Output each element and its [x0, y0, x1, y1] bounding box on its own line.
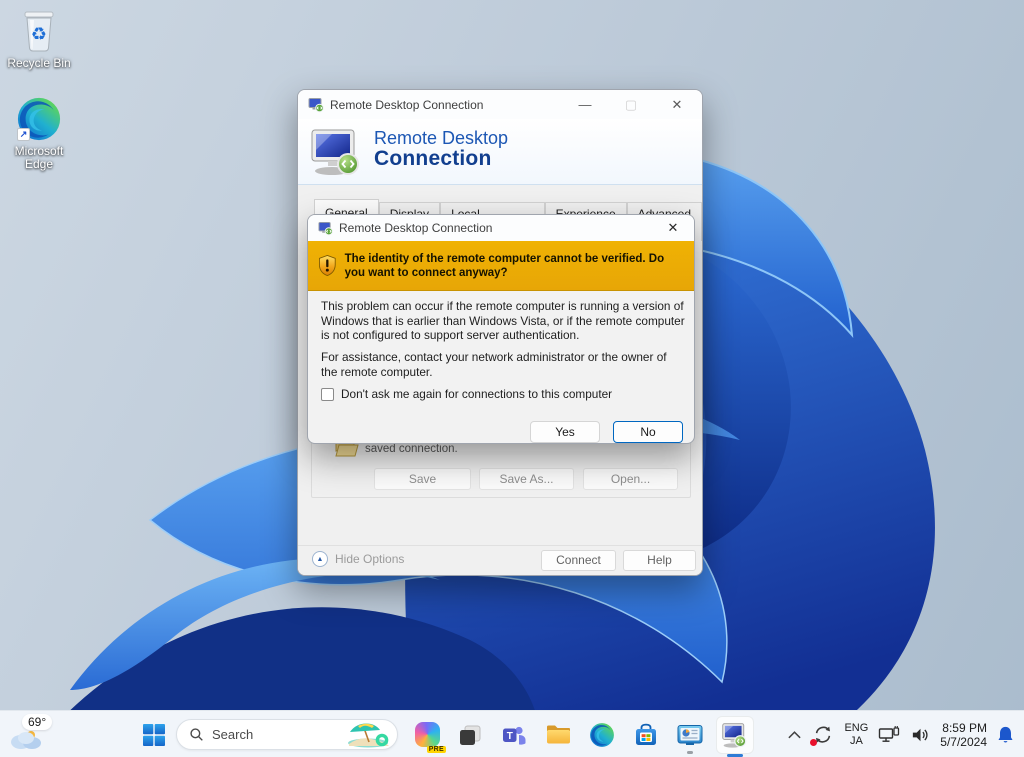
no-button[interactable]: No	[613, 421, 683, 443]
yes-button[interactable]: Yes	[530, 421, 600, 443]
file-explorer-icon	[546, 725, 570, 744]
chevron-up-icon	[788, 730, 802, 738]
desktop-icon-label: Recycle Bin	[7, 56, 71, 70]
search-icon	[190, 728, 203, 741]
dont-ask-again-label: Don't ask me again for connections to th…	[341, 387, 613, 401]
connection-settings-partial-text: saved connection.	[365, 443, 458, 455]
desktop-icon-recycle-bin[interactable]: ♻ Recycle Bin	[2, 8, 76, 70]
dont-ask-again-row: Don't ask me again for connections to th…	[321, 387, 612, 401]
microsoft-store-button[interactable]	[624, 713, 668, 757]
task-view-button[interactable]	[448, 713, 492, 757]
copilot-button[interactable]: PRE	[406, 713, 448, 757]
brand-line-1: Remote Desktop	[374, 128, 509, 148]
hide-options-label: Hide Options	[335, 552, 405, 566]
teams-icon: T	[503, 726, 526, 745]
desktop-icon-microsoft-edge[interactable]: ↗ Microsoft Edge	[2, 96, 76, 171]
widgets-weather-button[interactable]: 69°	[6, 713, 70, 756]
update-pending-button[interactable]	[807, 715, 839, 755]
svg-text:T: T	[507, 731, 513, 742]
rdp-header-banner: Remote Desktop Connection	[298, 119, 702, 185]
language-secondary: JA	[849, 734, 863, 747]
copilot-pre-badge: PRE	[426, 745, 446, 753]
warning-banner: The identity of the remote computer cann…	[308, 241, 694, 291]
save-button[interactable]: Save	[374, 468, 471, 490]
rdp-window-titlebar[interactable]: Remote Desktop Connection — ▢ ✕	[298, 90, 702, 119]
clock-time: 8:59 PM	[942, 720, 987, 735]
shortcut-arrow-icon: ↗	[17, 128, 30, 141]
taskbar: 69° Search PRE T ENG JA 8:59 PM 5/7/2024	[0, 710, 1024, 757]
desktop-icon-label: Microsoft Edge	[14, 144, 64, 171]
network-button[interactable]	[873, 715, 905, 755]
teams-button[interactable]: T	[492, 713, 536, 757]
system-panel-icon	[677, 724, 703, 745]
notification-bell-button[interactable]	[991, 715, 1020, 755]
store-icon	[636, 723, 656, 745]
rdp-icon	[318, 221, 333, 235]
network-icon	[879, 726, 900, 742]
warning-shield-icon	[319, 255, 336, 276]
search-box[interactable]: Search	[176, 719, 398, 750]
warning-heading: The identity of the remote computer cann…	[344, 252, 665, 279]
update-alert-dot	[810, 738, 818, 746]
dont-ask-again-checkbox[interactable]	[321, 387, 334, 401]
rdp-icon	[722, 722, 747, 748]
running-indicator	[687, 750, 693, 754]
start-button[interactable]	[134, 713, 174, 757]
copilot-icon	[414, 722, 440, 747]
clock-date: 5/7/2024	[940, 734, 987, 749]
show-hidden-icons-button[interactable]	[782, 715, 807, 755]
rdp-icon	[308, 97, 324, 112]
open-button[interactable]: Open...	[583, 468, 678, 490]
close-button[interactable]: ✕	[662, 97, 692, 113]
edge-icon	[590, 722, 614, 747]
beach-art	[348, 722, 389, 747]
dialog-title: Remote Desktop Connection	[339, 221, 493, 235]
volume-button[interactable]	[905, 715, 936, 755]
save-as-button[interactable]: Save As...	[479, 468, 574, 490]
identity-warning-dialog: Remote Desktop Connection ✕ The identity…	[307, 214, 695, 444]
dialog-close-button[interactable]: ✕	[662, 220, 684, 236]
system-panel-button[interactable]	[668, 713, 712, 757]
minimize-button[interactable]: —	[570, 97, 600, 112]
dialog-titlebar[interactable]: Remote Desktop Connection ✕	[308, 215, 694, 241]
help-button[interactable]: Help	[623, 550, 696, 571]
desktop: ♻ Recycle Bin ↗ Microsoft Edge Remote De…	[0, 0, 1024, 757]
chevron-up-circle-icon: ▲	[312, 551, 328, 567]
hide-options-button[interactable]: ▲ Hide Options	[312, 551, 404, 567]
language-primary: ENG	[844, 721, 869, 734]
language-switcher[interactable]: ENG JA	[839, 715, 873, 755]
temperature-badge: 69°	[22, 714, 53, 730]
recycle-bin-icon: ♻	[24, 11, 54, 52]
svg-text:♻: ♻	[31, 24, 47, 45]
rdp-footer: ▲ Hide Options Connect Help	[298, 545, 702, 575]
dialog-paragraph-1: This problem can occur if the remote com…	[321, 299, 685, 342]
edge-button[interactable]	[580, 713, 624, 757]
notification-bell-icon	[998, 726, 1013, 743]
connect-button[interactable]: Connect	[541, 550, 616, 571]
brand-line-2: Connection	[374, 147, 492, 170]
active-app-indicator	[727, 753, 743, 757]
search-placeholder: Search	[212, 727, 254, 742]
start-icon	[143, 723, 165, 746]
dialog-paragraph-2: For assistance, contact your network adm…	[321, 350, 667, 379]
rdp-taskbar-button[interactable]	[716, 715, 754, 757]
rdp-logo-icon	[311, 129, 359, 175]
task-view-icon	[460, 725, 481, 745]
clock[interactable]: 8:59 PM 5/7/2024	[936, 715, 991, 755]
rdp-window-title: Remote Desktop Connection	[330, 97, 484, 112]
file-explorer-button[interactable]	[536, 713, 580, 757]
volume-icon	[913, 728, 928, 741]
maximize-button[interactable]: ▢	[616, 97, 646, 113]
